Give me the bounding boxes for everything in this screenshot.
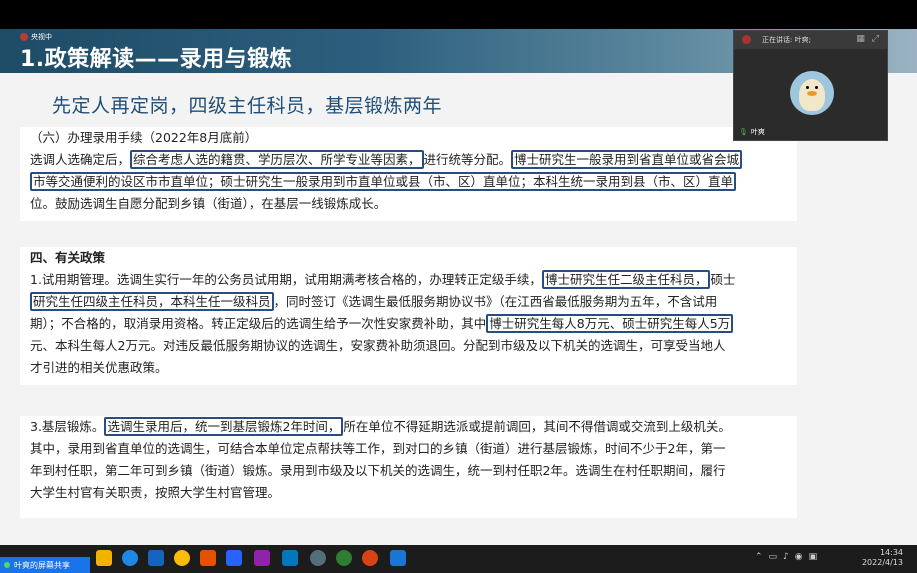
microphone-icon: 🎙 [739, 128, 748, 136]
highlight-box: 选调生录用后，统一到基层锻炼2年时间， [104, 417, 344, 436]
system-tray[interactable]: ⌃▭♪◉▣ [755, 552, 823, 562]
highlight-box: 博士研究生一般录用到省直单位或省会城 [511, 150, 743, 169]
screen-share-indicator[interactable]: 叶爽的屏幕共享 [0, 557, 90, 573]
highlight-box: 博士研究生每人8万元、硕士研究生每人5万 [486, 314, 734, 333]
app-icon[interactable] [254, 550, 270, 566]
grid-icon[interactable]: ▦ ⤢ [856, 34, 881, 44]
app-icon[interactable] [148, 550, 164, 566]
logo-icon [20, 33, 28, 41]
text-line: 元、本科生每人2万元。对违反最低服务期协议的选调生，安家费补助须退回。分配到市级… [30, 338, 726, 353]
speaker-icon [742, 35, 751, 44]
text-line: 期）；不合格的，取消录用资格。转正定级后的选调生给予一次性安家费补助，其中 博士研… [30, 313, 787, 335]
avatar [790, 71, 834, 115]
text-line: 选调人选确定后， 综合考虑人选的籍贯、学历层次、所学专业等因素， 进行统等分配。 博士… [30, 149, 787, 171]
chrome-icon[interactable] [174, 550, 190, 566]
speaker-video-panel[interactable]: 正在讲话: 叶爽; ▦ ⤢ 🎙 叶爽 [733, 30, 888, 141]
clock[interactable]: 14:34 2022/4/13 [862, 548, 903, 568]
highlight-box: 综合考虑人选的籍贯、学历层次、所学专业等因素， [130, 150, 424, 169]
text-line: 位。鼓励选调生自愿分配到乡镇（街道），在基层一线锻炼成长。 [30, 196, 387, 211]
text-line: 其中，录用到省直单位的选调生，可结合本单位定点帮扶等工作，到对口的乡镇（街道）进… [30, 441, 726, 456]
powerpoint-icon[interactable] [362, 550, 378, 566]
app-icon[interactable] [200, 550, 216, 566]
text-block-grassroots: 3.基层锻炼。 选调生录用后，统一到基层锻炼2年时间， 所在单位不得延期选派或提前调… [20, 416, 797, 518]
slide-subtitle: 先定人再定岗，四级主任科员，基层锻炼两年 [52, 95, 443, 117]
text-line: 3.基层锻炼。 选调生录用后，统一到基层锻炼2年时间， 所在单位不得延期选派或提前调… [30, 417, 731, 436]
text-line: 研究生任四级主任科员，本科生任一级科员 ，同时签订《选调生最低服务期协议书》（在江… [30, 291, 787, 313]
slide-title: 1.政策解读——录用与锻炼 [20, 47, 293, 72]
edge-browser-icon[interactable] [122, 550, 138, 566]
highlight-box: 研究生任四级主任科员，本科生任一级科员 [30, 292, 274, 311]
screen: 央视中 1.政策解读——录用与锻炼 先定人再定岗，四级主任科员，基层锻炼两年 （… [0, 0, 917, 573]
text-block-recruitment: （六）办理录用手续（2022年8月底前） 选调人选确定后， 综合考虑人选的籍贯、学… [20, 127, 797, 221]
section-heading: 四、有关政策 [30, 250, 106, 265]
participant-label: 🎙 叶爽 [739, 128, 765, 136]
text-line: 才引进的相关优惠政策。 [30, 360, 168, 375]
text-line: 1.试用期管理。选调生实行一年的公务员试用期，试用期满考核合格的，办理转正定级手… [30, 270, 736, 289]
text-line: （六）办理录用手续（2022年8月底前） [30, 130, 258, 145]
share-status-icon [4, 562, 10, 568]
highlight-box: 市等交通便利的设区市市直单位；硕士研究生一般录用到市直单位或县（市、区）直单位；… [30, 172, 737, 191]
speaker-status: 正在讲话: 叶爽; [762, 36, 811, 44]
text-line: 大学生村官有关职责，按照大学生村官管理。 [30, 485, 281, 500]
highlight-box: 博士研究生任二级主任科员， [541, 270, 711, 289]
settings-icon[interactable] [310, 550, 326, 566]
file-explorer-icon[interactable] [96, 550, 112, 566]
app-icon[interactable] [226, 550, 242, 566]
video-header: 正在讲话: 叶爽; ▦ ⤢ [734, 31, 887, 49]
text-line: 年到村任职，第二年可到乡镇（街道）锻炼。录用到市级及以下机关的选调生，统一到村任… [30, 463, 726, 478]
app-icon[interactable] [282, 550, 298, 566]
text-line: 市等交通便利的设区市市直单位；硕士研究生一般录用到市直单位或县（市、区）直单位；… [30, 171, 787, 193]
wechat-icon[interactable] [336, 550, 352, 566]
meeting-app-icon[interactable] [390, 550, 406, 566]
text-block-policies: 四、有关政策 1.试用期管理。选调生实行一年的公务员试用期，试用期满考核合格的，… [20, 247, 797, 385]
